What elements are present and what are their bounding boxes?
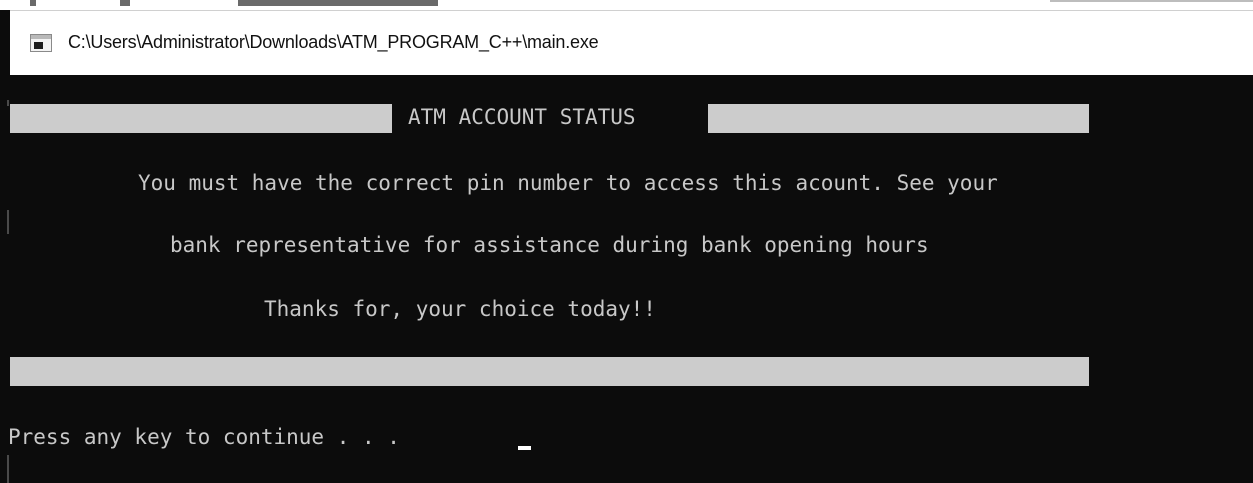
background-window-fragment	[1050, 0, 1253, 2]
left-window-edge	[0, 10, 10, 483]
window-title: C:\Users\Administrator\Downloads\ATM_PRO…	[68, 32, 599, 52]
background-window-fragment	[30, 0, 36, 6]
text-cursor	[518, 446, 531, 450]
background-window-fragment	[238, 0, 438, 6]
continue-prompt: Press any key to continue . . .	[8, 425, 400, 449]
header-bar-left	[10, 104, 392, 133]
message-line-2: bank representative for assistance durin…	[170, 233, 929, 257]
background-window-fragment	[120, 0, 130, 6]
atm-status-header: ATM ACCOUNT STATUS	[408, 105, 636, 129]
header-bar-right	[708, 104, 1089, 133]
background-window-strip	[0, 0, 1253, 10]
footer-bar	[10, 357, 1089, 386]
console-app-icon[interactable]	[30, 34, 52, 52]
message-line-1: You must have the correct pin number to …	[138, 171, 998, 195]
window-title-bar[interactable]: C:\Users\Administrator\Downloads\ATM_PRO…	[10, 10, 1253, 75]
thanks-message: Thanks for, your choice today!!	[264, 297, 656, 321]
